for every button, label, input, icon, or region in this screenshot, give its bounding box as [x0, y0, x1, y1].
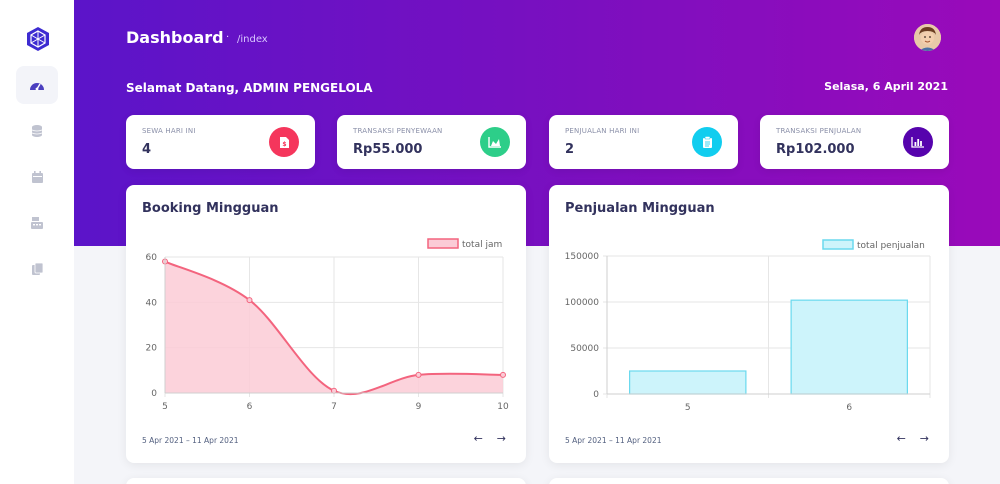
legend-label: total jam: [462, 240, 502, 250]
avatar[interactable]: [914, 24, 941, 51]
clipboard-icon: [692, 127, 722, 157]
lower-card-right: [549, 478, 949, 484]
x-tick-label: 7: [331, 402, 337, 412]
sales-bar-chart: 0 50000 100000 150000 5 6 total penjualan: [565, 239, 931, 413]
next-week-button[interactable]: →: [920, 432, 929, 445]
data-point: [331, 387, 337, 394]
bar: [629, 370, 747, 395]
y-tick-label: 50000: [570, 344, 599, 354]
x-tick-label: 5: [685, 403, 691, 413]
y-tick-label: 0: [593, 390, 599, 400]
bar: [790, 299, 908, 395]
stat-card-rentals-today: SEWA HARI INI 4 $: [126, 115, 315, 169]
y-tick-label: 100000: [565, 298, 600, 308]
bar-chart-icon: [903, 127, 933, 157]
svg-text:$: $: [282, 141, 286, 148]
stat-card-sales-transactions: TRANSAKSI PENJUALAN Rp102.000: [760, 115, 949, 169]
sidebar-item-cashier[interactable]: [16, 204, 58, 242]
stat-label: TRANSAKSI PENYEWAAN: [353, 127, 443, 135]
x-tick-label: 6: [247, 402, 253, 412]
legend-label: total penjualan: [857, 241, 925, 251]
stat-label: SEWA HARI INI: [142, 127, 196, 135]
y-tick-label: 40: [146, 298, 158, 308]
sidebar-item-calendar[interactable]: [16, 158, 58, 196]
y-tick-label: 20: [146, 344, 158, 354]
next-week-button[interactable]: →: [497, 432, 506, 445]
user-avatar-icon: [914, 24, 941, 51]
stat-value: 4: [142, 142, 152, 157]
breadcrumb-separator: ·: [226, 32, 230, 43]
sidebar-item-reports[interactable]: [16, 250, 58, 288]
booking-line-chart: 0 20 40 60 5 6 7 9 10 total jam: [146, 238, 509, 412]
prev-week-button[interactable]: ←: [474, 432, 483, 445]
x-tick-label: 10: [497, 402, 509, 412]
breadcrumb[interactable]: /index: [237, 34, 268, 45]
stat-label: TRANSAKSI PENJUALAN: [776, 127, 862, 135]
cash-register-icon: [31, 217, 43, 229]
file-invoice-icon: $: [269, 127, 299, 157]
area-chart-icon: [480, 127, 510, 157]
data-point: [415, 371, 422, 378]
current-date: Selasa, 6 April 2021: [824, 80, 948, 93]
y-tick-label: 150000: [565, 252, 600, 262]
legend-swatch: [427, 238, 459, 249]
sidebar-item-dashboard[interactable]: [16, 66, 58, 104]
date-range: 5 Apr 2021 – 11 Apr 2021: [142, 436, 239, 445]
database-icon: [31, 125, 43, 137]
gauge-icon: [30, 83, 44, 91]
pager: ← →: [474, 432, 506, 445]
booking-weekly-card: Booking Mingguan 0 20 40 60 5 6 7 9 10 total jam …: [126, 185, 526, 463]
logo-icon[interactable]: [25, 26, 51, 52]
sidebar: [0, 0, 74, 484]
x-tick-label: 5: [162, 402, 168, 412]
stat-value: Rp102.000: [776, 142, 855, 157]
page-title: Dashboard: [126, 28, 224, 47]
data-point: [246, 297, 253, 304]
legend-swatch: [822, 239, 854, 250]
x-tick-label: 6: [846, 403, 852, 413]
y-tick-label: 0: [151, 389, 157, 399]
pager: ← →: [897, 432, 929, 445]
stat-card-sales-today: PENJUALAN HARI INI 2: [549, 115, 738, 169]
lower-card-left: [126, 478, 526, 484]
stat-value: 2: [565, 142, 575, 157]
welcome-message: Selamat Datang, ADMIN PENGELOLA: [126, 81, 373, 95]
sidebar-item-data[interactable]: [16, 112, 58, 150]
sales-weekly-card: Penjualan Mingguan 0 50000 100000 150000 5 6 t…: [549, 185, 949, 463]
stat-card-rental-transactions: TRANSAKSI PENYEWAAN Rp55.000: [337, 115, 526, 169]
copy-icon: [31, 262, 43, 275]
prev-week-button[interactable]: ←: [897, 432, 906, 445]
x-tick-label: 9: [416, 402, 422, 412]
data-point: [500, 371, 506, 378]
date-range: 5 Apr 2021 – 11 Apr 2021: [565, 436, 662, 445]
stat-label: PENJUALAN HARI INI: [565, 127, 640, 135]
calendar-icon: [31, 171, 43, 183]
stat-value: Rp55.000: [353, 142, 423, 157]
y-tick-label: 60: [146, 253, 158, 263]
